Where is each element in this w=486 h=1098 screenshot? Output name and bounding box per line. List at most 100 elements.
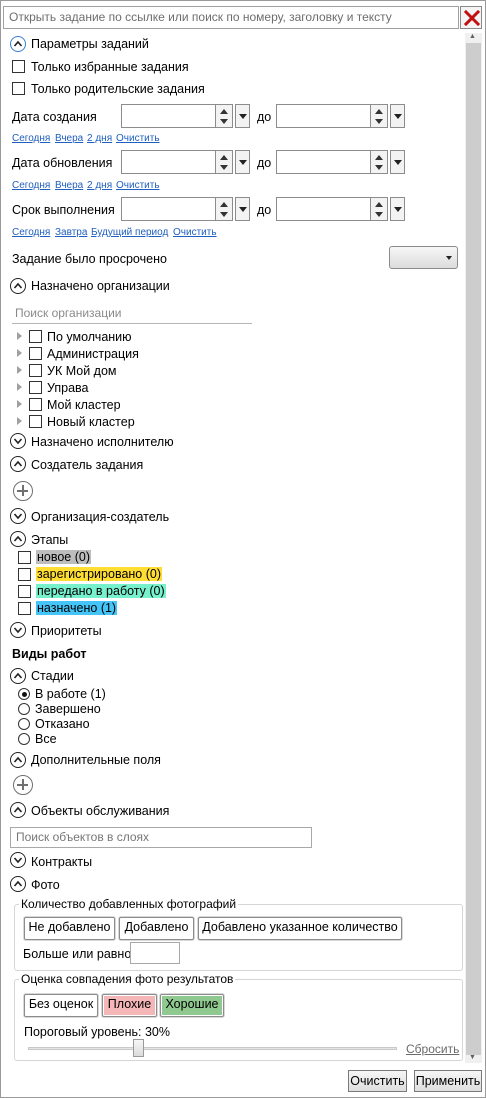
org-checkbox[interactable] bbox=[29, 381, 42, 394]
added-count-button[interactable]: Добавлено указанное количество bbox=[198, 917, 402, 940]
favorites-only-checkbox[interactable] bbox=[12, 60, 25, 73]
stage-checkbox[interactable] bbox=[18, 568, 31, 581]
due-today-link[interactable]: Сегодня bbox=[12, 227, 50, 238]
parents-only-label: Только родительские задания bbox=[31, 82, 205, 96]
chevron-up-icon bbox=[13, 282, 23, 289]
due-to-input[interactable] bbox=[276, 197, 371, 221]
phases-toggle[interactable] bbox=[10, 668, 26, 684]
extra-fields-toggle[interactable] bbox=[10, 752, 26, 768]
updated-today-link[interactable]: Сегодня bbox=[12, 180, 50, 191]
created-from-dropdown[interactable] bbox=[235, 104, 250, 128]
created-to-input[interactable] bbox=[276, 104, 371, 128]
assigned-exec-toggle[interactable] bbox=[10, 433, 26, 449]
service-objects-toggle[interactable] bbox=[10, 802, 26, 818]
overdue-select[interactable] bbox=[389, 246, 458, 269]
updated-2days-link[interactable]: 2 дня bbox=[87, 180, 112, 191]
clear-button[interactable]: Очистить bbox=[348, 1070, 407, 1092]
stage-checkbox[interactable] bbox=[18, 551, 31, 564]
add-extra-field-icon[interactable] bbox=[13, 775, 33, 795]
due-clear-link[interactable]: Очистить bbox=[173, 227, 217, 238]
scrollbar-thumb[interactable] bbox=[466, 43, 481, 1055]
bad-rating-button[interactable]: Плохие bbox=[102, 994, 157, 1017]
org-checkbox[interactable] bbox=[29, 364, 42, 377]
reset-threshold-link[interactable]: Сбросить bbox=[406, 1042, 459, 1056]
stage-checkbox[interactable] bbox=[18, 585, 31, 598]
not-added-button[interactable]: Не добавлено bbox=[24, 917, 115, 940]
updated-from-input[interactable] bbox=[121, 150, 216, 174]
updated-to-dropdown[interactable] bbox=[390, 150, 405, 174]
expand-org-icon[interactable] bbox=[17, 417, 22, 425]
stage-checkbox[interactable] bbox=[18, 602, 31, 615]
good-rating-button[interactable]: Хорошие bbox=[160, 994, 224, 1017]
apply-button[interactable]: Применить bbox=[414, 1070, 482, 1092]
created-today-link[interactable]: Сегодня bbox=[12, 133, 50, 144]
contracts-title: Контракты bbox=[31, 855, 93, 869]
created-to-spinner[interactable] bbox=[370, 104, 388, 128]
work-types-title[interactable]: Виды работ bbox=[12, 647, 87, 661]
scroll-down-icon[interactable]: ▼ bbox=[469, 1054, 476, 1061]
updated-yesterday-link[interactable]: Вчера bbox=[55, 180, 83, 191]
org-checkbox[interactable] bbox=[29, 415, 42, 428]
phase-radio[interactable] bbox=[18, 688, 30, 700]
updated-to-input[interactable] bbox=[276, 150, 371, 174]
created-2days-link[interactable]: 2 дня bbox=[87, 133, 112, 144]
assigned-org-toggle[interactable] bbox=[10, 278, 26, 294]
close-button[interactable] bbox=[460, 6, 482, 29]
stage-label: назначено (1) bbox=[36, 601, 118, 615]
updated-from-dropdown[interactable] bbox=[235, 150, 250, 174]
chevron-up-icon bbox=[13, 40, 23, 47]
created-clear-link[interactable]: Очистить bbox=[116, 133, 160, 144]
threshold-slider-track[interactable] bbox=[28, 1047, 397, 1050]
creator-toggle[interactable] bbox=[10, 456, 26, 472]
parents-only-checkbox[interactable] bbox=[12, 82, 25, 95]
phase-radio[interactable] bbox=[18, 718, 30, 730]
org-item-label: УК Мой дом bbox=[47, 364, 117, 378]
due-from-dropdown[interactable] bbox=[235, 197, 250, 221]
layers-search-input[interactable]: Поиск объектов в слоях bbox=[10, 827, 312, 848]
added-button[interactable]: Добавлено bbox=[119, 917, 194, 940]
scrollbar[interactable]: ▲ ▼ bbox=[465, 33, 482, 1063]
due-date-label: Срок выполнения bbox=[12, 203, 115, 217]
due-to-dropdown[interactable] bbox=[390, 197, 405, 221]
scroll-up-icon[interactable]: ▲ bbox=[469, 33, 476, 40]
expand-org-icon[interactable] bbox=[17, 332, 22, 340]
add-creator-icon[interactable] bbox=[13, 481, 33, 501]
created-to-dropdown[interactable] bbox=[390, 104, 405, 128]
org-checkbox[interactable] bbox=[29, 347, 42, 360]
stages-toggle[interactable] bbox=[10, 531, 26, 547]
due-future-link[interactable]: Будущий период bbox=[91, 227, 168, 238]
phase-radio[interactable] bbox=[18, 703, 30, 715]
created-yesterday-link[interactable]: Вчера bbox=[55, 133, 83, 144]
due-from-input[interactable] bbox=[121, 197, 216, 221]
task-search-input[interactable]: Открыть задание по ссылке или поиск по н… bbox=[3, 6, 459, 29]
updated-from-spinner[interactable] bbox=[215, 150, 233, 174]
due-from-spinner[interactable] bbox=[215, 197, 233, 221]
created-from-input[interactable] bbox=[121, 104, 216, 128]
priorities-toggle[interactable] bbox=[10, 622, 26, 638]
phase-radio[interactable] bbox=[18, 733, 30, 745]
due-to-spinner[interactable] bbox=[370, 197, 388, 221]
expand-org-icon[interactable] bbox=[17, 349, 22, 357]
expand-org-icon[interactable] bbox=[17, 383, 22, 391]
photo-count-input[interactable] bbox=[130, 942, 180, 964]
creator-org-toggle[interactable] bbox=[10, 508, 26, 524]
chevron-up-icon bbox=[13, 806, 23, 813]
due-tomorrow-link[interactable]: Завтра bbox=[55, 227, 87, 238]
org-item-label: Новый кластер bbox=[47, 415, 135, 429]
org-search-input[interactable]: Поиск организации bbox=[15, 306, 122, 320]
updated-clear-link[interactable]: Очистить bbox=[116, 180, 160, 191]
stages-title: Этапы bbox=[31, 533, 69, 547]
threshold-slider-thumb[interactable] bbox=[133, 1039, 144, 1057]
updated-to-label: до bbox=[257, 156, 272, 170]
collapse-params-toggle[interactable] bbox=[10, 36, 26, 52]
phase-label: Отказано bbox=[35, 717, 90, 731]
org-checkbox[interactable] bbox=[29, 330, 42, 343]
created-from-spinner[interactable] bbox=[215, 104, 233, 128]
no-rating-button[interactable]: Без оценок bbox=[24, 994, 98, 1017]
photo-toggle[interactable] bbox=[10, 876, 26, 892]
updated-to-spinner[interactable] bbox=[370, 150, 388, 174]
org-checkbox[interactable] bbox=[29, 398, 42, 411]
expand-org-icon[interactable] bbox=[17, 400, 22, 408]
contracts-toggle[interactable] bbox=[10, 852, 26, 868]
expand-org-icon[interactable] bbox=[17, 366, 22, 374]
